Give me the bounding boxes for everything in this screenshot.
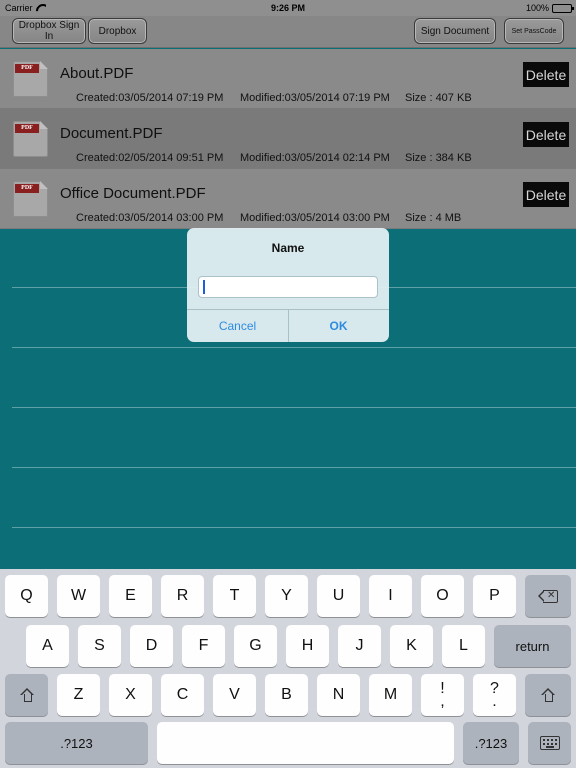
key-a[interactable]: A <box>26 625 69 667</box>
shift-icon <box>541 688 555 702</box>
key-question-period[interactable]: ? . <box>473 674 516 716</box>
key-x[interactable]: X <box>109 674 152 716</box>
shift-key-left[interactable] <box>5 674 48 716</box>
key-q[interactable]: Q <box>5 575 48 617</box>
file-row[interactable]: PDF Office Document.PDF Created:03/05/20… <box>0 169 576 229</box>
key-i[interactable]: I <box>369 575 412 617</box>
name-input[interactable] <box>198 276 378 298</box>
key-w[interactable]: W <box>57 575 100 617</box>
pdf-icon-tag: PDF <box>15 64 39 73</box>
numbers-key-right[interactable]: .?123 <box>463 722 519 764</box>
key-n[interactable]: N <box>317 674 360 716</box>
cancel-button[interactable]: Cancel <box>187 310 288 342</box>
delete-button[interactable]: Delete <box>523 182 569 207</box>
file-size: Size : 4 MB <box>405 212 462 224</box>
file-size: Size : 407 KB <box>405 92 472 104</box>
delete-button[interactable]: Delete <box>523 122 569 147</box>
key-u[interactable]: U <box>317 575 360 617</box>
file-row[interactable]: PDF Document.PDF Created:02/05/2014 09:5… <box>0 109 576 169</box>
key-l[interactable]: L <box>442 625 485 667</box>
pdf-icon-tag: PDF <box>15 184 39 193</box>
shift-icon <box>19 688 34 702</box>
onscreen-keyboard: Q W E R T Y U I O P ✕ A S D F G H J K L … <box>0 569 576 768</box>
file-size: Size : 384 KB <box>405 152 472 164</box>
set-passcode-button[interactable]: Set PassCode <box>504 18 564 44</box>
pdf-file-icon: PDF <box>13 61 48 97</box>
hide-keyboard-key[interactable] <box>528 722 571 764</box>
key-b[interactable]: B <box>265 674 308 716</box>
file-row[interactable]: PDF About.PDF Created:03/05/2014 07:19 P… <box>0 49 576 109</box>
key-k[interactable]: K <box>390 625 433 667</box>
pdf-icon-tag: PDF <box>15 124 39 133</box>
backspace-key[interactable]: ✕ <box>525 575 571 617</box>
key-y[interactable]: Y <box>265 575 308 617</box>
backspace-icon: ✕ <box>538 589 558 603</box>
file-name: Office Document.PDF <box>60 185 206 202</box>
key-bottom-char: , <box>440 693 445 710</box>
file-name: About.PDF <box>60 65 134 82</box>
key-m[interactable]: M <box>369 674 412 716</box>
name-dialog: Name Cancel OK <box>187 228 389 342</box>
list-separator <box>12 347 576 348</box>
toolbar: Dropbox Sign In Dropbox Sign Document Se… <box>0 16 576 48</box>
file-modified: Modified:03/05/2014 03:00 PM <box>240 212 390 224</box>
space-key[interactable] <box>157 722 454 764</box>
text-cursor <box>203 280 205 294</box>
key-c[interactable]: C <box>161 674 204 716</box>
key-f[interactable]: F <box>182 625 225 667</box>
return-key[interactable]: return <box>494 625 571 667</box>
battery-percent: 100% <box>525 3 549 13</box>
status-time: 9:26 PM <box>270 3 305 13</box>
list-separator <box>12 467 576 468</box>
file-created: Created:02/05/2014 09:51 PM <box>76 152 224 164</box>
list-separator <box>12 407 576 408</box>
sign-document-button[interactable]: Sign Document <box>414 18 496 44</box>
file-modified: Modified:03/05/2014 02:14 PM <box>240 152 390 164</box>
key-j[interactable]: J <box>338 625 381 667</box>
key-o[interactable]: O <box>421 575 464 617</box>
file-created: Created:03/05/2014 03:00 PM <box>76 212 224 224</box>
key-e[interactable]: E <box>109 575 152 617</box>
pdf-file-icon: PDF <box>13 121 48 157</box>
pdf-file-icon: PDF <box>13 181 48 217</box>
list-separator <box>12 527 576 528</box>
key-t[interactable]: T <box>213 575 256 617</box>
file-modified: Modified:03/05/2014 07:19 PM <box>240 92 390 104</box>
status-bar: Carrier 9:26 PM 100% <box>0 0 576 16</box>
key-z[interactable]: Z <box>57 674 100 716</box>
key-p[interactable]: P <box>473 575 516 617</box>
keyboard-icon <box>539 736 560 750</box>
key-r[interactable]: R <box>161 575 204 617</box>
dropbox-sign-in-button[interactable]: Dropbox Sign In <box>12 18 86 44</box>
key-d[interactable]: D <box>130 625 173 667</box>
key-v[interactable]: V <box>213 674 256 716</box>
dropbox-button[interactable]: Dropbox <box>88 18 147 44</box>
delete-button[interactable]: Delete <box>523 62 569 87</box>
ok-button[interactable]: OK <box>288 310 389 342</box>
key-bottom-char: . <box>492 693 497 710</box>
key-exclamation-comma[interactable]: ! , <box>421 674 464 716</box>
numbers-key-left[interactable]: .?123 <box>5 722 148 764</box>
file-name: Document.PDF <box>60 125 163 142</box>
key-g[interactable]: G <box>234 625 277 667</box>
battery-info: 100% <box>525 3 574 13</box>
key-h[interactable]: H <box>286 625 329 667</box>
file-created: Created:03/05/2014 07:19 PM <box>76 92 224 104</box>
dialog-title: Name <box>271 241 305 255</box>
key-s[interactable]: S <box>78 625 121 667</box>
battery-icon <box>552 3 574 13</box>
shift-key-right[interactable] <box>525 674 571 716</box>
